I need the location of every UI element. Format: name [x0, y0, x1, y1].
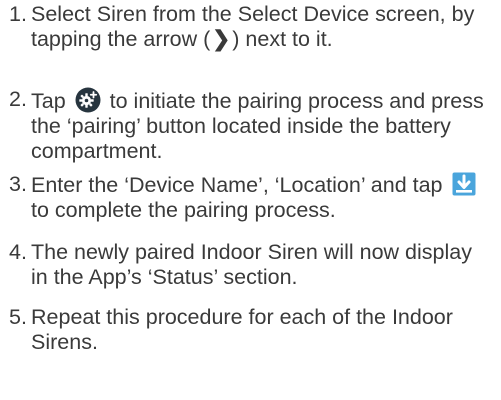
step-3: 3 Enter the ‘Device Name’, ‘Location’ an… — [0, 172, 493, 223]
step-text-before: Tap — [31, 89, 66, 113]
step-text-before: Enter the ‘Device Name’, ‘Location’ and … — [31, 173, 443, 197]
step-text-after: to complete the pairing process. — [31, 198, 336, 222]
step-text-after: ) next to it. — [232, 27, 333, 51]
step-number: 5 — [0, 305, 27, 330]
gear-plus-icon — [75, 87, 101, 113]
step-text: Enter the ‘Device Name’, ‘Location’ and … — [27, 172, 493, 223]
step-text: Repeat this procedure for each of the In… — [31, 305, 453, 354]
step-text: The newly paired Indoor Siren will now d… — [31, 240, 472, 289]
step-1: 1 Select Siren from the Select Device sc… — [0, 2, 493, 52]
save-download-icon — [452, 172, 476, 196]
step-text: Select Siren from the Select Device scre… — [27, 2, 493, 52]
step-text: Tap to initiate the pairing process and … — [27, 87, 493, 164]
step-2: 2 Tap — [0, 87, 493, 164]
step-5: 5 Repeat this procedure for each of the … — [0, 305, 493, 355]
step-number: 1 — [0, 2, 27, 27]
step-number: 2 — [0, 87, 27, 112]
step-4: 4 The newly paired Indoor Siren will now… — [0, 240, 493, 290]
step-number: 4 — [0, 240, 27, 265]
chevron-right-icon: ❯ — [212, 27, 231, 51]
step-number: 3 — [0, 172, 27, 197]
